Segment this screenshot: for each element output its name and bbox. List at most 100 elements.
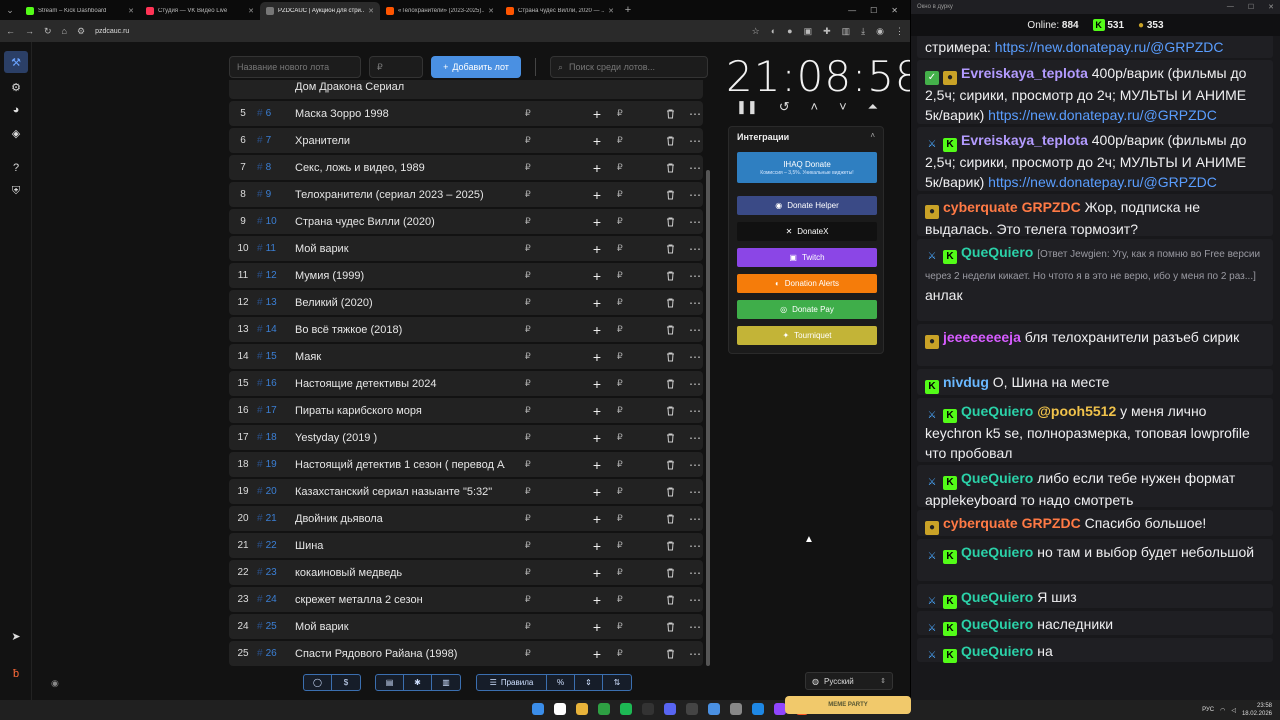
chat-username[interactable]: QueQuiero: [961, 403, 1033, 419]
table-row[interactable]: Дом Дракона Сериал: [229, 80, 703, 99]
table-row[interactable]: 9 #10 Страна чудес Вилли (2020) ₽ + ₽ ⋯: [229, 209, 703, 234]
percent-icon[interactable]: %: [547, 675, 575, 690]
browser-tab[interactable]: «Телохранители» (2023-2025)... ✕: [380, 2, 500, 20]
more-options-icon[interactable]: ⋯: [688, 458, 702, 472]
tab-list-button[interactable]: ⌄: [0, 0, 20, 20]
add-amount-button[interactable]: +: [587, 646, 607, 662]
lot-name[interactable]: Пираты карибского моря: [295, 405, 505, 417]
integration-button[interactable]: ▣ Twitch: [737, 248, 877, 267]
lot-list-scrollbar[interactable]: [706, 170, 710, 666]
add-amount-button[interactable]: +: [587, 349, 607, 365]
lot-name[interactable]: Спасти Рядового Райана (1998): [295, 648, 505, 660]
reset-icon[interactable]: ↺: [779, 99, 790, 115]
chat-username[interactable]: nivdug: [943, 374, 989, 390]
extension-icon[interactable]: ◐: [771, 26, 776, 37]
chat-username[interactable]: cyberquate: [943, 515, 1018, 531]
bug-icon[interactable]: ✱: [404, 675, 432, 690]
add-amount-button[interactable]: +: [587, 268, 607, 284]
site-info-icon[interactable]: ⚙: [77, 26, 85, 37]
more-options-icon[interactable]: ⋯: [688, 404, 702, 418]
more-options-icon[interactable]: ⋯: [688, 593, 702, 607]
add-amount-currency[interactable]: ₽: [617, 324, 629, 335]
sidepanel-icon[interactable]: ▥: [842, 26, 851, 37]
add-amount-currency[interactable]: ₽: [617, 621, 629, 632]
browser-tab[interactable]: Stream – Kick Dashboard ✕: [20, 2, 140, 20]
trash-icon[interactable]: [663, 568, 677, 578]
add-amount-button[interactable]: +: [587, 214, 607, 230]
table-row[interactable]: 8 #9 Телохранители (сериал 2023 – 2025) …: [229, 182, 703, 207]
trash-icon[interactable]: [663, 460, 677, 470]
meme-party-widget[interactable]: MEME PARTY: [785, 696, 911, 714]
boosty-icon[interactable]: ƀ: [8, 666, 24, 682]
integration-button[interactable]: ✕ DonateX: [737, 222, 877, 241]
taskbar-app-icon[interactable]: [664, 703, 676, 715]
add-amount-button[interactable]: +: [587, 376, 607, 392]
tray-lang[interactable]: РУС: [1202, 707, 1214, 713]
browser-tab[interactable]: Страна чудес Вилли, 2020 — ... ✕: [500, 2, 620, 20]
chat-username[interactable]: QueQuiero: [961, 544, 1033, 560]
profile-icon[interactable]: ◉: [876, 26, 884, 37]
add-amount-currency[interactable]: ₽: [617, 540, 629, 551]
chat-mention[interactable]: GRPZDC: [1022, 199, 1081, 215]
add-amount-currency[interactable]: ₽: [617, 297, 629, 308]
table-row[interactable]: 17 #18 Yestyday (2019 ) ₽ + ₽ ⋯: [229, 425, 703, 450]
trash-icon[interactable]: [663, 352, 677, 362]
auction-hammer-icon[interactable]: ⚒: [4, 51, 28, 73]
more-options-icon[interactable]: ⋯: [688, 620, 702, 634]
more-options-icon[interactable]: ⋯: [688, 188, 702, 202]
trash-icon[interactable]: [663, 514, 677, 524]
tab-close-icon[interactable]: ✕: [608, 7, 614, 15]
more-options-icon[interactable]: ⋯: [688, 296, 702, 310]
language-select[interactable]: ◍ Русский ⇕: [805, 672, 893, 690]
lot-name[interactable]: Настоящий детектив 1 сезон ( перевод Ал: [295, 459, 505, 471]
trash-icon[interactable]: [663, 541, 677, 551]
trash-icon[interactable]: [663, 649, 677, 659]
table-row[interactable]: 18 #19 Настоящий детектив 1 сезон ( пере…: [229, 452, 703, 477]
taskbar-app-icon[interactable]: [642, 703, 654, 715]
lot-name[interactable]: Yestyday (2019 ): [295, 432, 505, 444]
trash-icon[interactable]: [663, 109, 677, 119]
table-row[interactable]: 14 #15 Маяк ₽ + ₽ ⋯: [229, 344, 703, 369]
more-options-icon[interactable]: ⋯: [688, 566, 702, 580]
lot-name[interactable]: Мой варик: [295, 621, 505, 633]
more-options-icon[interactable]: ⋯: [688, 323, 702, 337]
trash-icon[interactable]: [663, 271, 677, 281]
add-amount-button[interactable]: +: [587, 403, 607, 419]
clock[interactable]: 23:58 18.02.2026: [1242, 702, 1272, 718]
add-amount-currency[interactable]: ₽: [617, 162, 629, 173]
table-row[interactable]: 23 #24 скрежет металла 2 сезон ₽ + ₽ ⋯: [229, 587, 703, 612]
trash-icon[interactable]: [663, 487, 677, 497]
new-lot-amount-input[interactable]: ₽: [369, 56, 423, 78]
more-options-icon[interactable]: ⋯: [688, 107, 702, 121]
lot-name[interactable]: Казахстанский сериал назыанте "5:32": [295, 486, 505, 498]
chat-username[interactable]: cyberquate: [943, 199, 1018, 215]
trash-icon[interactable]: [663, 217, 677, 227]
rules-button[interactable]: ☰ Правила: [477, 675, 547, 690]
chat-username[interactable]: QueQuiero: [961, 643, 1033, 659]
lot-name[interactable]: Маска Зорро 1998: [295, 108, 505, 120]
layers-icon[interactable]: ◈: [8, 125, 24, 141]
delete-all-icon[interactable]: ▥: [432, 675, 460, 690]
donate-dollar-icon[interactable]: $: [332, 675, 360, 690]
add-amount-currency[interactable]: ₽: [617, 135, 629, 146]
add-amount-currency[interactable]: ₽: [617, 351, 629, 362]
chat-username[interactable]: QueQuiero: [961, 244, 1033, 260]
chat-mention[interactable]: @pooh5512: [1037, 403, 1116, 419]
lot-name[interactable]: кокаиновый медведь: [295, 567, 505, 579]
add-amount-button[interactable]: +: [587, 619, 607, 635]
pause-icon[interactable]: ❚❚: [736, 99, 758, 115]
tab-close-icon[interactable]: ✕: [128, 7, 134, 15]
add-amount-currency[interactable]: ₽: [617, 189, 629, 200]
lot-name[interactable]: Дом Дракона Сериал: [295, 81, 505, 93]
message-link[interactable]: https://new.donatepay.ru/@GRPZDC: [995, 39, 1224, 55]
add-amount-currency[interactable]: ₽: [617, 459, 629, 470]
add-amount-currency[interactable]: ₽: [617, 594, 629, 605]
close-icon[interactable]: ✕: [1268, 3, 1274, 11]
table-row[interactable]: 19 #20 Казахстанский сериал назыанте "5:…: [229, 479, 703, 504]
lot-name[interactable]: скрежет металла 2 сезон: [295, 594, 505, 606]
add-amount-currency[interactable]: ₽: [617, 486, 629, 497]
minimize-icon[interactable]: —: [1227, 3, 1234, 11]
table-row[interactable]: 25 #26 Спасти Рядового Райана (1998) ₽ +…: [229, 641, 703, 666]
new-lot-name-input[interactable]: Название нового лота: [229, 56, 361, 78]
table-row[interactable]: 11 #12 Мумия (1999) ₽ + ₽ ⋯: [229, 263, 703, 288]
